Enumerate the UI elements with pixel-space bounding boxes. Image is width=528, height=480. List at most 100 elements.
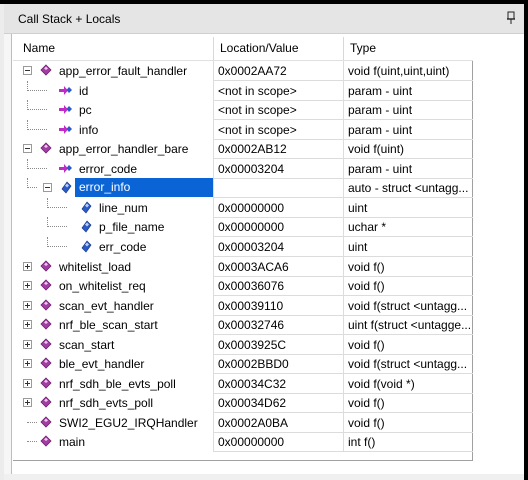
location-value-cell[interactable]: 0x0002AB12	[213, 139, 343, 160]
blue-diamond-icon	[81, 201, 92, 214]
name-cell: ble_evt_handler	[13, 354, 213, 374]
item-name[interactable]: id	[79, 81, 88, 101]
item-name[interactable]: error_code	[79, 159, 137, 179]
collapse-icon[interactable]	[23, 144, 32, 154]
name-cell: scan_evt_handler	[13, 296, 213, 316]
panel-titlebar: Call Stack + Locals	[4, 4, 524, 34]
location-value-cell[interactable]: 0x0002A0BA	[213, 412, 343, 433]
item-name[interactable]: SWI2_EGU2_IRQHandler	[59, 413, 198, 433]
table-row[interactable]: nrf_sdh_ble_evts_poll 0x00034C32 void f(vo…	[13, 373, 473, 394]
tree-connector	[47, 236, 48, 247]
blue-diamond-icon	[61, 181, 72, 194]
pink-diamond-icon	[40, 357, 52, 369]
table-row[interactable]: info <not in scope> param - uint	[13, 119, 473, 140]
table-row[interactable]: SWI2_EGU2_IRQHandler 0x0002A0BA void f()	[13, 412, 473, 433]
expand-icon[interactable]	[23, 261, 32, 271]
item-name[interactable]: nrf_ble_scan_start	[59, 315, 158, 335]
collapse-icon[interactable]	[23, 66, 32, 75]
location-value-cell[interactable]: 0x00003204	[213, 158, 343, 179]
location-value-cell[interactable]: 0x0002BBD0	[213, 354, 343, 375]
location-value-cell[interactable]: 0x00034D62	[213, 393, 343, 414]
location-value-cell[interactable]: 0x00034C32	[213, 373, 343, 394]
name-cell: SWI2_EGU2_IRQHandler	[13, 413, 213, 433]
location-value-cell[interactable]: 0x00039110	[213, 295, 343, 316]
collapse-icon[interactable]	[43, 183, 52, 193]
item-name[interactable]: scan_evt_handler	[59, 296, 154, 316]
item-name[interactable]: main	[59, 432, 85, 452]
item-name[interactable]: p_file_name	[99, 217, 164, 237]
location-value-cell[interactable]	[213, 178, 343, 199]
table-row[interactable]: err_code 0x00003204 uint	[13, 236, 473, 257]
item-name[interactable]: on_whitelist_req	[59, 276, 146, 296]
table-row[interactable]: on_whitelist_req 0x00036076 void f()	[13, 276, 473, 297]
table-row[interactable]: scan_start 0x0003925C void f()	[13, 334, 473, 355]
pin-icon[interactable]	[506, 11, 516, 25]
name-cell: id	[13, 80, 213, 101]
column-header-type[interactable]: Type	[343, 37, 473, 60]
table-row[interactable]: whitelist_load 0x0003ACA6 void f()	[13, 256, 473, 277]
item-name[interactable]: ble_evt_handler	[59, 354, 144, 374]
location-value-cell[interactable]: 0x0002AA72	[213, 61, 343, 81]
expand-icon[interactable]	[23, 359, 32, 369]
expand-icon[interactable]	[23, 378, 32, 388]
type-cell: void f()	[343, 256, 473, 277]
item-name[interactable]: line_num	[99, 198, 148, 218]
item-name[interactable]: app_error_fault_handler	[59, 61, 187, 81]
item-name[interactable]: nrf_sdh_evts_poll	[59, 393, 153, 413]
item-name[interactable]: err_code	[99, 237, 146, 257]
selected-variable-name[interactable]: error_info	[75, 178, 213, 198]
table-row[interactable]: nrf_ble_scan_start 0x00032746 uint f(struc…	[13, 315, 473, 336]
panel-left-rail	[4, 34, 12, 480]
location-value-cell[interactable]: <not in scope>	[213, 119, 343, 140]
expand-icon[interactable]	[23, 281, 32, 291]
window-frame-right	[524, 0, 528, 480]
pink-diamond-icon	[40, 142, 52, 154]
table-row[interactable]: app_error_fault_handler 0x0002AA72 void f(…	[13, 61, 473, 81]
tree-connector	[27, 158, 28, 169]
tree-connector	[27, 80, 28, 91]
item-name[interactable]: whitelist_load	[59, 257, 131, 277]
location-value-cell[interactable]: 0x00003204	[213, 236, 343, 257]
item-name[interactable]: scan_start	[59, 335, 114, 355]
name-cell: line_num	[13, 197, 213, 218]
tree-connector	[47, 226, 67, 228]
type-cell: uchar *	[343, 217, 473, 238]
panel-title: Call Stack + Locals	[18, 12, 121, 26]
table-header: Name Location/Value Type	[13, 37, 473, 61]
location-value-cell[interactable]: 0x0003ACA6	[213, 256, 343, 277]
name-cell: main	[13, 432, 213, 452]
table-row[interactable]: pc <not in scope> param - uint	[13, 100, 473, 121]
expand-icon[interactable]	[23, 320, 32, 330]
column-header-name[interactable]: Name	[13, 37, 213, 60]
table-row[interactable]: app_error_handler_bare 0x0002AB12 void f(u…	[13, 139, 473, 160]
location-value-cell[interactable]: 0x00000000	[213, 432, 343, 453]
item-name[interactable]: info	[79, 120, 98, 140]
location-value-cell[interactable]: 0x00000000	[213, 217, 343, 238]
table-row[interactable]: error_code 0x00003204 param - uint	[13, 158, 473, 179]
location-value-cell[interactable]: 0x00032746	[213, 315, 343, 336]
location-value-cell[interactable]: 0x00036076	[213, 276, 343, 297]
table-row[interactable]: line_num 0x00000000 uint	[13, 197, 473, 218]
table-row[interactable]: id <not in scope> param - uint	[13, 80, 473, 101]
location-value-cell[interactable]: <not in scope>	[213, 80, 343, 101]
column-header-location[interactable]: Location/Value	[213, 37, 343, 60]
item-name[interactable]: app_error_handler_bare	[59, 139, 188, 159]
table-row[interactable]: main 0x00000000 int f()	[13, 432, 473, 453]
item-name[interactable]: pc	[79, 100, 92, 120]
table-row[interactable]: scan_evt_handler 0x00039110 void f(struct …	[13, 295, 473, 316]
table-row[interactable]: p_file_name 0x00000000 uchar *	[13, 217, 473, 238]
item-name[interactable]: nrf_sdh_ble_evts_poll	[59, 374, 176, 394]
location-value-cell[interactable]: 0x0003925C	[213, 334, 343, 355]
expand-icon[interactable]	[23, 398, 32, 408]
tree-connector	[47, 217, 48, 228]
blue-diamond-icon	[81, 240, 92, 253]
pink-diamond-icon	[40, 396, 52, 408]
table-row[interactable]: ble_evt_handler 0x0002BBD0 void f(struct <…	[13, 354, 473, 375]
location-value-cell[interactable]: <not in scope>	[213, 100, 343, 121]
table-row[interactable]: error_info auto - struct <untagg...	[13, 178, 473, 199]
name-cell: error_info	[13, 178, 213, 198]
table-row[interactable]: nrf_sdh_evts_poll 0x00034D62 void f()	[13, 393, 473, 414]
expand-icon[interactable]	[23, 339, 32, 349]
location-value-cell[interactable]: 0x00000000	[213, 197, 343, 218]
expand-icon[interactable]	[23, 300, 32, 310]
